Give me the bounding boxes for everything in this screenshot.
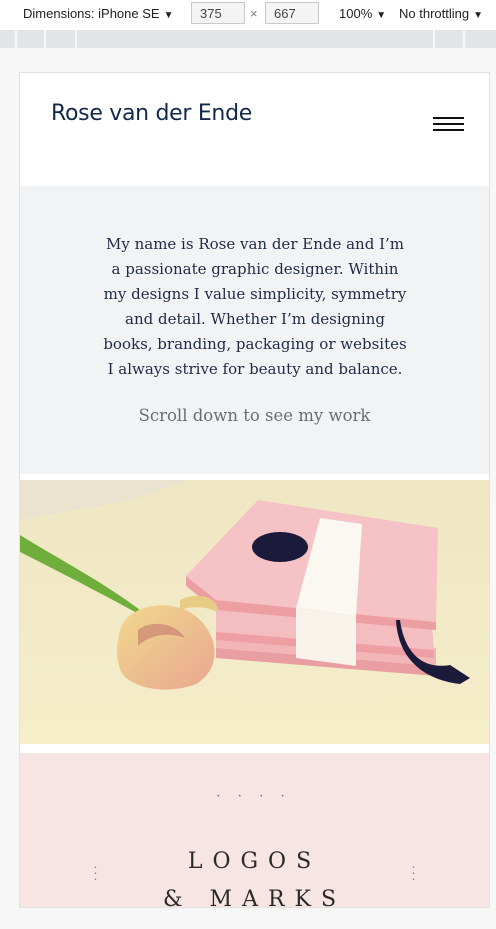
ruler-tick: [75, 30, 77, 48]
menu-line: [433, 123, 464, 125]
logos-marks-section[interactable]: • • • • LOGOS & MARKS • • • • • •: [20, 753, 489, 907]
intro-section: My name is Rose van der Ende and I’m a p…: [20, 186, 489, 474]
books-with-flower-illustration: [20, 480, 489, 744]
hamburger-menu-icon[interactable]: [433, 117, 464, 133]
chevron-down-icon: ▼: [473, 10, 483, 21]
device-viewport: Rose van der Ende My name is Rose van de…: [20, 73, 489, 907]
logos-title-line1: LOGOS: [187, 849, 322, 874]
throttling-dropdown[interactable]: No throttling ▼: [399, 6, 483, 21]
device-dimensions-dropdown[interactable]: Dimensions: iPhone SE ▼: [23, 6, 173, 21]
side-mark-right: • • •: [412, 865, 415, 883]
times-icon: ×: [250, 6, 258, 21]
ruler-tick: [15, 30, 17, 48]
portfolio-photo-books[interactable]: [20, 480, 489, 744]
chevron-down-icon: ▼: [163, 10, 174, 21]
side-mark-left: • • •: [94, 865, 97, 883]
menu-line: [433, 117, 464, 119]
site-logo[interactable]: Rose van der Ende: [51, 101, 252, 126]
logos-title-line2: & MARKS: [162, 887, 347, 907]
site-header: Rose van der Ende: [20, 73, 489, 186]
menu-line: [433, 129, 464, 131]
height-input[interactable]: 667: [265, 2, 319, 24]
ruler-tick: [433, 30, 435, 48]
zoom-dropdown[interactable]: 100% ▼: [339, 6, 386, 21]
logos-marks-title: LOGOS & MARKS: [20, 843, 489, 907]
section-divider: [20, 744, 489, 753]
media-query-ruler[interactable]: [0, 30, 496, 48]
scroll-hint[interactable]: Scroll down to see my work: [20, 406, 489, 425]
ruler-tick: [44, 30, 46, 48]
ruler-tick: [463, 30, 465, 48]
throttling-label: No throttling: [399, 6, 470, 21]
width-input[interactable]: 375: [191, 2, 245, 24]
decorative-dots: • • • •: [216, 793, 293, 800]
devtools-toolbar: Dimensions: iPhone SE ▼ 375 × 667 100% ▼ N…: [0, 0, 496, 30]
zoom-label: 100%: [339, 6, 373, 21]
intro-text: My name is Rose van der Ende and I’m a p…: [103, 235, 407, 378]
chevron-down-icon: ▼: [376, 10, 387, 21]
dimensions-label: Dimensions: iPhone SE: [23, 6, 160, 21]
